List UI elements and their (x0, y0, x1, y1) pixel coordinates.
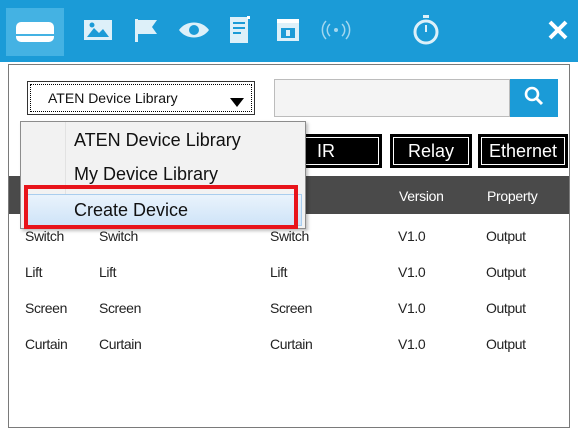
tab-relay[interactable]: Relay (390, 134, 472, 168)
search-button[interactable] (510, 79, 558, 117)
cell-version: V1.0 (398, 336, 426, 352)
cell-type: Screen (99, 300, 141, 316)
column-header-property: Property (487, 188, 538, 204)
cell-property: Output (486, 228, 526, 244)
cell-type: Lift (99, 264, 117, 280)
wireless-icon[interactable] (318, 12, 354, 48)
script-icon[interactable] (222, 12, 258, 48)
tab-label: Relay (407, 140, 455, 161)
calendar-icon[interactable] (270, 12, 306, 48)
cell-function: Switch (270, 228, 309, 244)
menu-item-label: My Device Library (74, 164, 219, 184)
device-icon[interactable] (6, 8, 64, 56)
column-header-version: Version (399, 188, 444, 204)
top-toolbar (0, 0, 578, 62)
search-icon (524, 86, 544, 111)
chevron-down-icon (230, 94, 244, 110)
cell-version: V1.0 (398, 264, 426, 280)
eye-icon[interactable] (176, 12, 212, 48)
cell-name: Switch (25, 228, 64, 244)
table-row[interactable]: Curtain Curtain Curtain V1.0 Output (0, 336, 578, 360)
cell-type: Curtain (99, 336, 142, 352)
cell-version: V1.0 (398, 300, 426, 316)
close-icon[interactable] (538, 10, 578, 50)
library-select[interactable]: ATEN Device Library (27, 81, 255, 115)
image-icon[interactable] (80, 12, 116, 48)
flag-icon[interactable] (128, 12, 164, 48)
highlight-annotation (24, 185, 298, 229)
table-row[interactable]: Lift Lift Lift V1.0 Output (0, 264, 578, 288)
cell-property: Output (486, 264, 526, 280)
cell-function: Lift (270, 264, 288, 280)
tab-label: Ethernet (488, 140, 558, 161)
tab-label: IR (317, 140, 335, 161)
cell-version: V1.0 (398, 228, 426, 244)
menu-item-label: ATEN Device Library (74, 130, 241, 150)
cell-function: Curtain (270, 336, 313, 352)
cell-name: Lift (25, 264, 43, 280)
library-select-value: ATEN Device Library (48, 90, 178, 106)
cell-property: Output (486, 300, 526, 316)
cell-property: Output (486, 336, 526, 352)
cell-function: Screen (270, 300, 312, 316)
cell-type: Switch (99, 228, 138, 244)
cell-name: Curtain (25, 336, 68, 352)
search-input[interactable] (274, 79, 510, 117)
table-row[interactable]: Switch Switch Switch V1.0 Output (0, 228, 578, 252)
cell-name: Screen (25, 300, 67, 316)
table-row[interactable]: Screen Screen Screen V1.0 Output (0, 300, 578, 324)
tab-ethernet[interactable]: Ethernet (478, 134, 568, 168)
menu-item-aten-device-library[interactable]: ATEN Device Library (24, 124, 302, 156)
timer-icon[interactable] (408, 12, 444, 48)
